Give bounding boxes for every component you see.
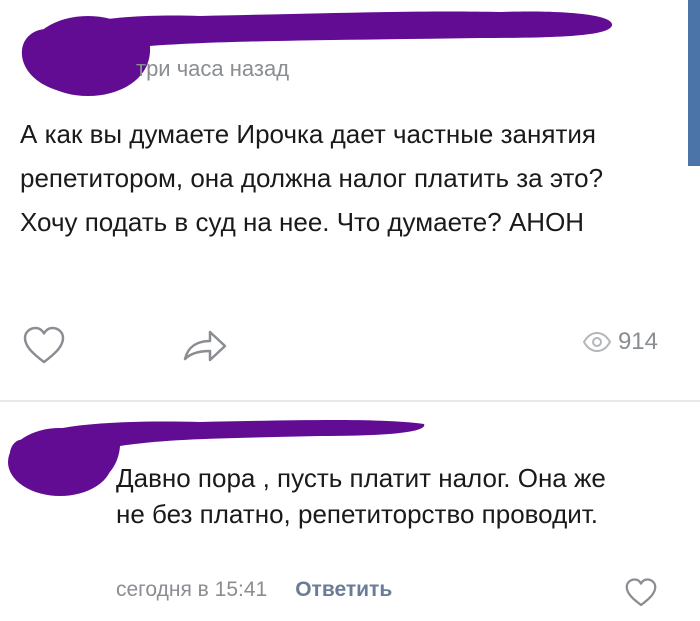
share-button[interactable] [180, 326, 230, 366]
comment: Давно пора , пусть платит налог. Она же … [0, 402, 700, 621]
reply-button[interactable]: Ответить [295, 578, 392, 602]
side-strip [688, 0, 700, 166]
comment-text: Давно пора , пусть платит налог. Она же … [116, 463, 606, 529]
post-time: три часа назад [136, 56, 290, 81]
share-arrow-icon [183, 330, 227, 362]
comment-time: сегодня в 15:41 [116, 578, 268, 601]
views-count: 914 [617, 328, 658, 355]
post-actions: 914 [0, 318, 700, 374]
comment-meta: сегодня в 15:41 Ответить [116, 578, 392, 602]
heart-outline-icon [625, 578, 657, 607]
comment-like-button[interactable] [624, 578, 658, 608]
views-counter: 914 [582, 328, 658, 356]
eye-icon [582, 331, 612, 353]
post-author-redaction [21, 11, 613, 96]
heart-outline-icon [23, 326, 65, 364]
like-button[interactable] [22, 326, 66, 366]
post-text: А как вы думаете Ирочка дает частные зан… [20, 119, 604, 237]
post-card: три часа назад А как вы думаете Ирочка д… [0, 0, 700, 398]
